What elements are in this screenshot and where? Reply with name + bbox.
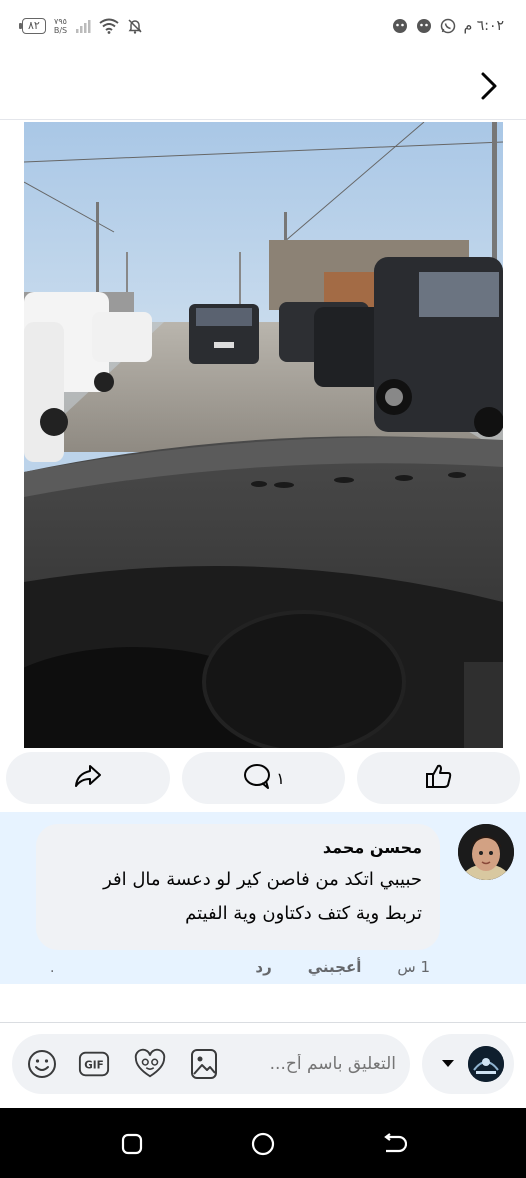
wifi-icon bbox=[99, 18, 119, 34]
signal-icon bbox=[75, 19, 91, 33]
chevron-right-icon[interactable] bbox=[476, 70, 502, 102]
comment-item: محسن محمد حبيبي اتكد من فاصن كير لو دعسة… bbox=[0, 812, 526, 984]
muted-bell-icon bbox=[127, 18, 143, 34]
comment-reply-link[interactable]: رد bbox=[255, 958, 271, 976]
comment-bubble[interactable]: محسن محمد حبيبي اتكد من فاصن كير لو دعسة… bbox=[36, 824, 440, 950]
comment-text-line-2: تربط وية كتف دكتاون وية الفيتم bbox=[185, 903, 422, 924]
share-button[interactable] bbox=[6, 752, 170, 804]
top-header bbox=[0, 52, 526, 120]
gallery-icon[interactable] bbox=[188, 1048, 220, 1080]
recents-icon[interactable] bbox=[118, 1130, 146, 1158]
clock: ٦:٠٢ م bbox=[463, 18, 504, 34]
thumbs-up-icon bbox=[424, 762, 454, 794]
home-icon[interactable] bbox=[249, 1130, 277, 1158]
comment-like-link[interactable]: أعجبني bbox=[308, 958, 362, 976]
comment-composer[interactable]: GIF bbox=[12, 1034, 410, 1094]
comment-as-switcher[interactable] bbox=[422, 1034, 514, 1094]
status-right: ٦:٠٢ م bbox=[392, 18, 504, 34]
network-speed: ٧٩٥ B/S bbox=[54, 17, 67, 35]
notification-app-icon-2 bbox=[392, 18, 408, 34]
back-icon[interactable] bbox=[380, 1130, 408, 1158]
comment-text-line-1: حبيبي اتكد من فاصن كير لو دعسة مال افر bbox=[103, 869, 422, 890]
svg-text:GIF: GIF bbox=[84, 1060, 103, 1072]
network-speed-unit: B/S bbox=[53, 26, 68, 35]
notification-app-icon bbox=[416, 18, 432, 34]
post-photo[interactable] bbox=[24, 122, 503, 748]
comment-author[interactable]: محسن محمد bbox=[54, 838, 422, 857]
avatar-sticker-icon[interactable] bbox=[134, 1048, 166, 1080]
comment-meta-dot: . bbox=[50, 960, 55, 976]
gif-icon[interactable]: GIF bbox=[78, 1048, 110, 1080]
caret-down-icon bbox=[442, 1060, 454, 1067]
divider bbox=[0, 1022, 526, 1023]
status-bar: ٨٢ ٧٩٥ B/S ٦:٠٢ م bbox=[0, 0, 526, 52]
emoji-icon[interactable] bbox=[26, 1048, 58, 1080]
network-speed-value: ٧٩٥ bbox=[54, 17, 67, 26]
persona-avatar bbox=[468, 1046, 504, 1082]
comment-button[interactable]: ١ bbox=[182, 752, 345, 804]
status-left: ٨٢ ٧٩٥ B/S bbox=[19, 17, 143, 35]
comment-count: ١ bbox=[276, 768, 285, 788]
comment-time: 1 س bbox=[397, 958, 430, 976]
like-button[interactable] bbox=[357, 752, 520, 804]
whatsapp-icon bbox=[440, 18, 456, 34]
system-nav-bar bbox=[0, 1108, 526, 1178]
post-actions: ١ bbox=[0, 750, 526, 812]
battery-icon: ٨٢ bbox=[19, 18, 46, 34]
avatar[interactable] bbox=[458, 824, 514, 880]
share-icon bbox=[73, 763, 103, 793]
comment-input[interactable] bbox=[236, 1034, 396, 1094]
comment-icon bbox=[242, 762, 272, 794]
comment-meta: 1 س أعجبني رد bbox=[255, 958, 430, 976]
